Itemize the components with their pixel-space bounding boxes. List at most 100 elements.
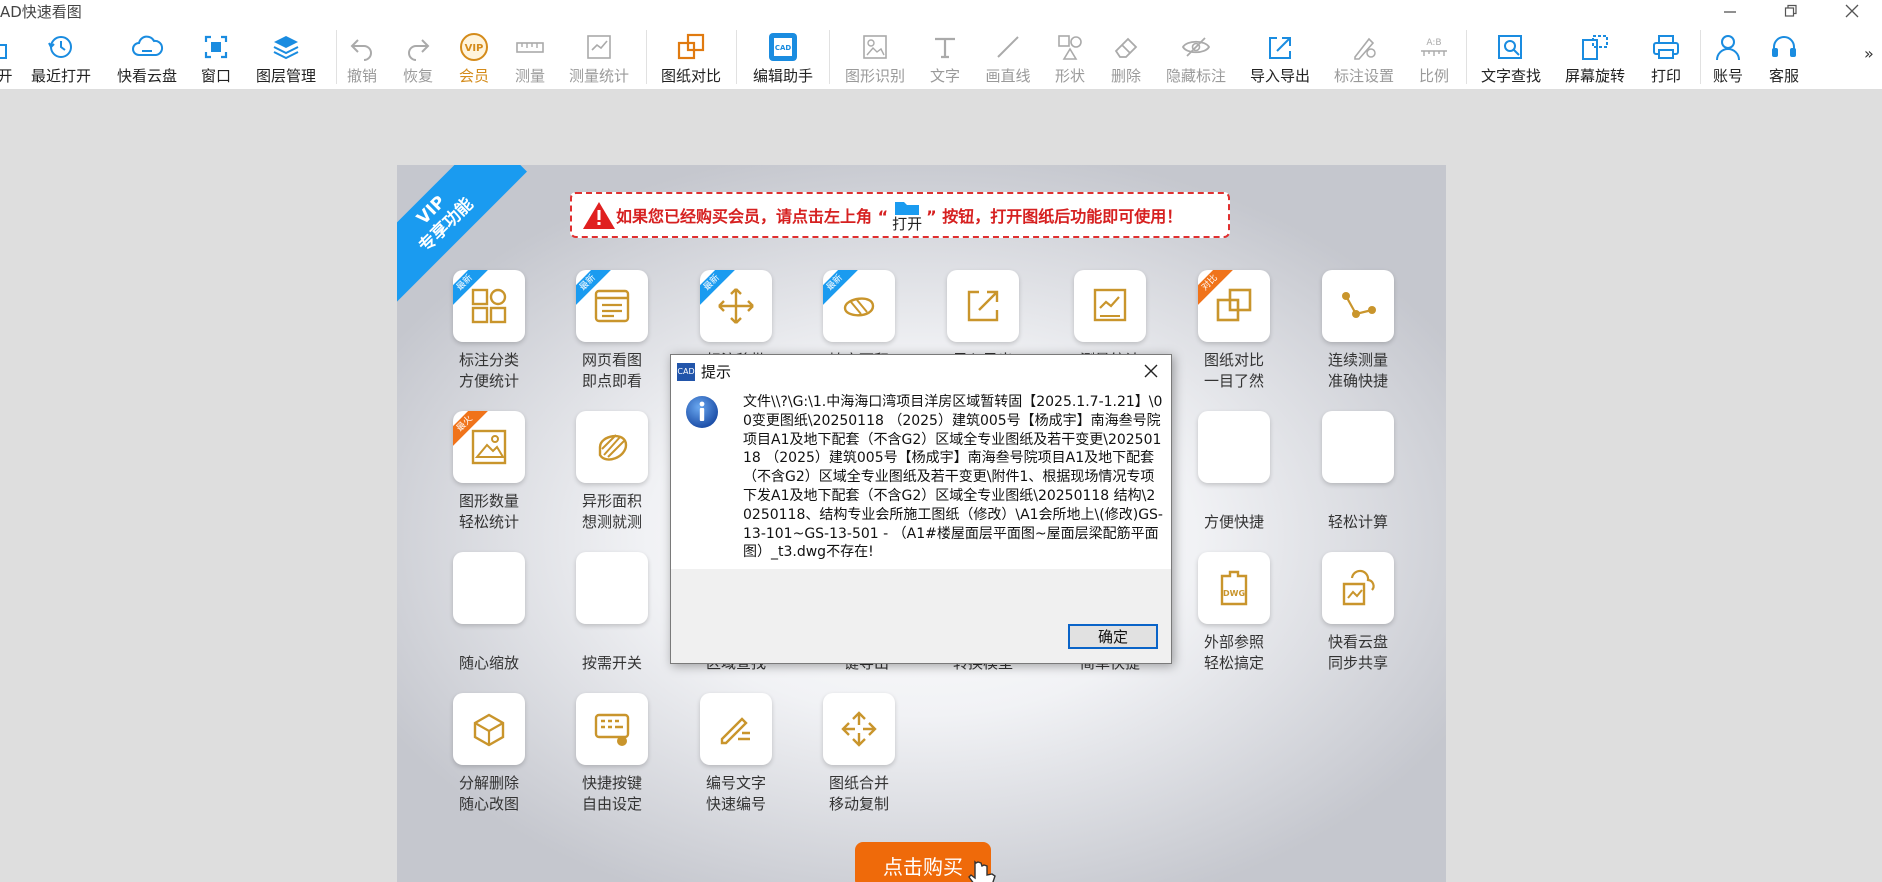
toolbar-delete[interactable]: 删除: [1108, 24, 1144, 90]
feature-tile[interactable]: 对比 图纸对比 一目了然: [1172, 270, 1296, 400]
feature-tile[interactable]: 编号文字 快速编号: [674, 693, 798, 823]
line-icon: [997, 36, 1019, 58]
minimize-button[interactable]: [1712, 0, 1748, 22]
toolbar-edit-assistant[interactable]: CAD 编辑助手: [751, 24, 815, 90]
ruler-icon: [516, 42, 544, 53]
feature-tile[interactable]: 连续测量 准确快捷: [1296, 270, 1420, 400]
toolbar-scale[interactable]: A:B 比例: [1416, 24, 1452, 90]
scale-icon: A:B: [1421, 38, 1447, 56]
feature-tile[interactable]: 轻松计算: [1296, 411, 1420, 541]
toolbar-print[interactable]: 打印: [1648, 24, 1684, 90]
dialog-message: 文件\\?\G:\1.中海海口湾项目洋房区域暂转固【2025.1.7-1.21】…: [743, 394, 1163, 561]
toolbar-text[interactable]: 文字: [927, 24, 963, 90]
app-title: AD快速看图: [0, 3, 82, 21]
feature-icon: [453, 693, 525, 765]
feature-icon: 最新: [700, 270, 772, 342]
toolbar-shape-recognition[interactable]: 图形识别: [843, 24, 907, 90]
toolbar-undo[interactable]: 撤销: [344, 24, 380, 90]
toolbar-hide-annotation[interactable]: 隐藏标注: [1164, 24, 1228, 90]
feature-icon: 最火: [453, 411, 525, 483]
shape-icon: [1058, 35, 1082, 60]
toolbar-redo[interactable]: 恢复: [400, 24, 436, 90]
dialog-close-button[interactable]: [1137, 359, 1165, 383]
feature-icon: [1322, 270, 1394, 342]
title-bar: AD快速看图: [0, 0, 1882, 24]
toolbar-cloud[interactable]: 快看云盘: [113, 24, 181, 90]
printer-icon: [1653, 35, 1679, 59]
toolbar-window[interactable]: 窗口: [198, 24, 234, 90]
feature-icon: [1322, 552, 1394, 624]
toolbar-annotation-settings[interactable]: 标注设置: [1332, 24, 1396, 90]
hand-cursor-icon: [968, 860, 996, 882]
feature-subtitle: 轻松统计: [458, 513, 519, 531]
feature-subtitle: 同步共享: [1327, 654, 1388, 672]
feature-icon: 最新: [823, 270, 895, 342]
feature-tile[interactable]: 分解删除 随心改图: [427, 693, 551, 823]
toolbar-recent-open[interactable]: 最近打开: [27, 24, 95, 90]
main-toolbar: 开 最近打开 快看云盘 窗口 图层管理 撤销 恢复 VIP 会员 测量 测量统计…: [0, 24, 1882, 90]
feature-title: 图纸对比: [1203, 351, 1264, 369]
open-icon: [0, 44, 7, 59]
feature-subtitle: 轻松计算: [1327, 513, 1388, 531]
toolbar-measure[interactable]: 测量: [512, 24, 548, 90]
feature-tile[interactable]: 最火 图形数量 轻松统计: [427, 411, 551, 541]
vip-notice: 如果您已经购买会员，请点击左上角 “ 打开 ” 按钮，打开图纸后功能即可使用！: [570, 192, 1230, 238]
feature-icon: 最新: [576, 270, 648, 342]
toolbar-support[interactable]: 客服: [1766, 24, 1802, 90]
toolbar-compare[interactable]: 图纸对比: [659, 24, 723, 90]
feature-tile[interactable]: 随心缩放: [427, 552, 551, 682]
feature-tile[interactable]: 最新 标注分类 方便统计: [427, 270, 551, 400]
toolbar-draw-line[interactable]: 画直线: [983, 24, 1033, 90]
toolbar-screen-rotate[interactable]: 屏幕旋转: [1563, 24, 1627, 90]
feature-tile[interactable]: 方便快捷: [1172, 411, 1296, 541]
feature-tile[interactable]: 图纸合并 移动复制: [797, 693, 921, 823]
toolbar-text-search[interactable]: 文字查找: [1479, 24, 1543, 90]
feature-icon: [576, 693, 648, 765]
feature-tile[interactable]: DWG 外部参照 轻松搞定: [1172, 552, 1296, 682]
close-window-button[interactable]: [1834, 0, 1870, 22]
feature-subtitle: 即点即看: [581, 372, 642, 390]
feature-title: 编号文字: [705, 774, 766, 792]
feature-subtitle: 随心改图: [458, 795, 519, 813]
toolbar-measure-stats[interactable]: 测量统计: [567, 24, 631, 90]
toolbar-open[interactable]: 开: [0, 24, 13, 90]
toolbar-more-button[interactable]: »: [1864, 44, 1874, 63]
alert-dialog: CAD 提示 文件\\?\G:\1.中海海口湾项目洋房区域暂转固【2025.1.…: [670, 354, 1172, 664]
svg-text:DWG: DWG: [1223, 589, 1245, 598]
measure-stats-icon: [587, 35, 611, 59]
history-icon: [48, 36, 72, 58]
toolbar-vip[interactable]: VIP 会员: [456, 24, 492, 90]
feature-icon: [453, 552, 525, 624]
feature-icon: [947, 270, 1019, 342]
feature-tile[interactable]: 快捷按键 自由设定: [550, 693, 674, 823]
close-icon: [1144, 364, 1158, 378]
feature-subtitle: 方便统计: [458, 372, 519, 390]
feature-tile[interactable]: 异形面积 想测就测: [550, 411, 674, 541]
feature-tile[interactable]: 按需开关: [550, 552, 674, 682]
notice-text-before: 如果您已经购买会员，请点击左上角 “: [616, 207, 889, 226]
restore-button[interactable]: [1773, 0, 1809, 22]
folder-icon: [895, 202, 920, 215]
feature-tile[interactable]: 最新 网页看图 即点即看: [550, 270, 674, 400]
feature-title: 快看云盘: [1327, 633, 1388, 651]
text-search-icon: [1498, 35, 1522, 59]
warning-icon: [583, 202, 615, 229]
feature-subtitle: 快速编号: [705, 795, 766, 813]
toolbar-layer-manage[interactable]: 图层管理: [254, 24, 318, 90]
buy-button[interactable]: 点击购买: [855, 842, 996, 882]
toolbar-import-export[interactable]: 导入导出: [1248, 24, 1312, 90]
feature-icon: 最新: [453, 270, 525, 342]
feature-icon: [576, 411, 648, 483]
redo-icon: [408, 39, 430, 61]
text-icon: [935, 37, 955, 59]
feature-subtitle: 按需开关: [581, 654, 642, 672]
feature-icon: [576, 552, 648, 624]
feature-subtitle: 轻松搞定: [1203, 654, 1264, 672]
feature-tile[interactable]: 快看云盘 同步共享: [1296, 552, 1420, 682]
dialog-ok-button[interactable]: 确定: [1068, 624, 1158, 649]
toolbar-account[interactable]: 账号: [1710, 24, 1746, 90]
feature-icon: [1074, 270, 1146, 342]
feature-icon: [1198, 411, 1270, 483]
eraser-icon: [1114, 37, 1138, 58]
toolbar-shape[interactable]: 形状: [1052, 24, 1088, 90]
